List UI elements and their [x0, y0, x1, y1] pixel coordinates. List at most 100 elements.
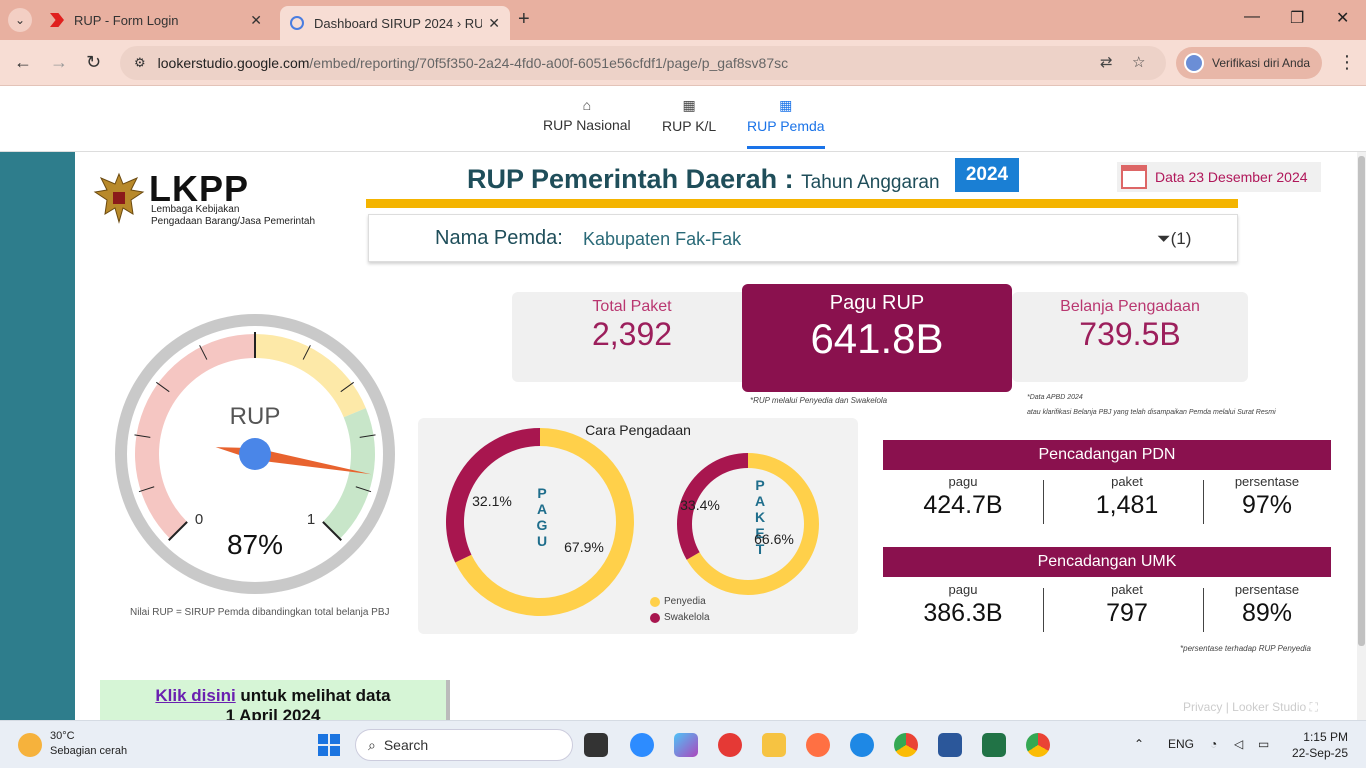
nav-label: RUP Pemda — [747, 118, 825, 134]
gauge-label: RUP — [230, 403, 281, 430]
browser-menu-icon[interactable]: ⋮ — [1338, 52, 1356, 73]
gauge-max-label: 1 — [307, 511, 315, 528]
donut-center-letter: P — [755, 477, 764, 493]
firefox-icon[interactable] — [806, 733, 830, 757]
kpi-label: Total Paket — [592, 298, 672, 315]
scrollbar[interactable] — [1357, 152, 1366, 720]
link-line2: 1 April 2024 — [225, 706, 321, 720]
tab-title: Dashboard SIRUP 2024 › RUP P — [314, 15, 483, 31]
klik-disini-link[interactable]: Klik disini — [155, 686, 235, 705]
forward-arrow-icon[interactable]: → — [50, 52, 68, 73]
chrome-icon[interactable] — [894, 733, 918, 757]
tab-rup-login[interactable]: RUP - Form Login ✕ — [40, 6, 272, 34]
metric-value: 1,481 — [1095, 491, 1159, 519]
nav-rup-nasional[interactable]: ⌂ RUP Nasional — [543, 97, 631, 133]
weather-widget[interactable]: 30°C Sebagian cerah — [18, 729, 127, 759]
logo-subtitle-1: Lembaga Kebijakan — [151, 204, 240, 215]
close-tab-icon[interactable]: ✕ — [488, 15, 500, 32]
kpi-pagu-rup: Pagu RUP 641.8B — [742, 284, 1012, 392]
data-label-swakelola: 32.1% — [472, 493, 512, 509]
close-tab-icon[interactable]: ✕ — [250, 12, 262, 29]
umk-pagu: pagu 386.3B — [889, 582, 1037, 628]
new-tab-button[interactable]: + — [518, 8, 530, 31]
address-bar-row: ← → ↻ ⚙ lookerstudio.google.com /embed/r… — [0, 40, 1366, 86]
report-canvas: LKPP Lembaga Kebijakan Pengadaan Barang/… — [75, 152, 1357, 720]
umk-metrics: pagu 386.3B paket 797 persentase 89% — [883, 582, 1331, 642]
privacy-link[interactable]: Privacy — [1183, 700, 1222, 714]
gauge-min-label: 0 — [195, 511, 203, 528]
close-window-icon[interactable]: ✕ — [1336, 8, 1349, 28]
metric-value: 424.7B — [923, 491, 1003, 519]
metric-label: pagu — [948, 582, 978, 597]
file-explorer-icon[interactable] — [762, 733, 786, 757]
search-placeholder: Search — [383, 737, 429, 753]
clock-date: 22-Sep-25 — [1291, 746, 1348, 760]
nav-rup-kl[interactable]: ▦ RUP K/L — [662, 97, 716, 134]
nav-rup-pemda[interactable]: ▦ RUP Pemda — [747, 97, 825, 149]
taskbar-search[interactable]: ⌕ Search — [355, 729, 573, 761]
volume-icon[interactable]: ◁ — [1234, 737, 1243, 751]
windows-start-icon[interactable] — [318, 734, 340, 756]
zoom-icon[interactable] — [630, 733, 654, 757]
fullscreen-icon[interactable]: ⛶ — [1310, 700, 1318, 714]
translate-icon[interactable]: ⇄ — [1100, 53, 1113, 71]
title-sub: Tahun Anggaran — [801, 172, 940, 193]
language-indicator[interactable]: ENG — [1168, 737, 1194, 751]
task-view-icon[interactable] — [584, 733, 608, 757]
rup-gauge: RUP 0 1 87% — [115, 314, 395, 594]
tab-dashboard[interactable]: Dashboard SIRUP 2024 › RUP P ✕ — [280, 6, 510, 40]
metric-label: paket — [1111, 474, 1143, 489]
calendar-icon — [1121, 165, 1147, 189]
tab-search-button[interactable]: ⌄ — [8, 8, 32, 32]
word-icon[interactable] — [938, 733, 962, 757]
belanja-note-1: *Data APBD 2024 — [1027, 394, 1083, 401]
kpi-belanja: Belanja Pengadaan 739.5B — [1012, 292, 1248, 382]
copilot-icon[interactable] — [674, 733, 698, 757]
profile-button[interactable]: Verifikasi diri Anda — [1176, 47, 1322, 79]
pdn-pagu: pagu 424.7B — [889, 474, 1037, 520]
donut-center-letter: G — [537, 517, 548, 533]
donut-center-letter: A — [537, 501, 547, 517]
donut-center-letter: P — [537, 485, 546, 501]
excel-icon[interactable] — [982, 733, 1006, 757]
looker-favicon-icon — [290, 16, 304, 30]
data-date-text: Data 23 Desember 2024 — [1155, 169, 1308, 185]
clock[interactable]: 1:15 PM 22-Sep-25 — [1290, 729, 1348, 761]
site-info-icon[interactable]: ⚙ — [134, 55, 146, 71]
looker-link[interactable]: Looker Studio — [1232, 700, 1306, 714]
legend-dot — [650, 596, 660, 607]
clock-time: 1:15 PM — [1303, 730, 1348, 744]
weather-temp: 30°C — [50, 730, 75, 742]
belanja-note-2: atau klarifikasi Belanja PBJ yang telah … — [1027, 409, 1276, 416]
chart-icon: ▦ — [682, 97, 696, 113]
chrome-profile-icon[interactable] — [1026, 733, 1050, 757]
donut-center-letter: K — [755, 509, 765, 525]
pdn-paket: paket 1,481 — [1053, 474, 1201, 520]
metric-value: 386.3B — [923, 599, 1003, 627]
reload-icon[interactable]: ↻ — [86, 52, 101, 73]
pemda-filter[interactable]: Nama Pemda: Kabupaten Fak-Fak ⏷(1) — [368, 214, 1238, 262]
kpi-label: Pagu RUP — [829, 292, 925, 314]
metric-label: paket — [1111, 582, 1143, 597]
url-field[interactable]: ⚙ lookerstudio.google.com /embed/reporti… — [120, 46, 1166, 80]
kpi-value: 2,392 — [591, 316, 673, 352]
kpi-value: 641.8B — [810, 315, 944, 362]
wifi-icon[interactable]: ◔ — [1210, 737, 1217, 751]
back-arrow-icon[interactable]: ← — [14, 52, 32, 73]
pdn-metrics: pagu 424.7B paket 1,481 persentase 97% — [883, 474, 1331, 534]
report-footer: Privacy | Looker Studio ⛶ — [1183, 700, 1318, 714]
bookmark-star-icon[interactable]: ☆ — [1132, 53, 1145, 71]
nav-label: RUP K/L — [662, 118, 717, 134]
battery-icon[interactable]: ▭ — [1258, 737, 1269, 751]
nav-label: RUP Nasional — [543, 117, 631, 133]
minimize-icon[interactable]: — — [1244, 8, 1260, 26]
app-icon[interactable] — [718, 733, 742, 757]
filter-count: ⏷(1) — [1157, 229, 1192, 248]
maximize-icon[interactable]: ❐ — [1290, 8, 1304, 28]
pdn-persen: persentase 97% — [1193, 474, 1341, 520]
tray-chevron-icon[interactable]: ⌃ — [1134, 737, 1144, 751]
scrollbar-thumb[interactable] — [1358, 156, 1365, 646]
url-path: /embed/reporting/70f5f350-2a24-4fd0-a00f… — [309, 55, 789, 71]
edge-icon[interactable] — [850, 733, 874, 757]
umk-persen: persentase 89% — [1193, 582, 1341, 628]
